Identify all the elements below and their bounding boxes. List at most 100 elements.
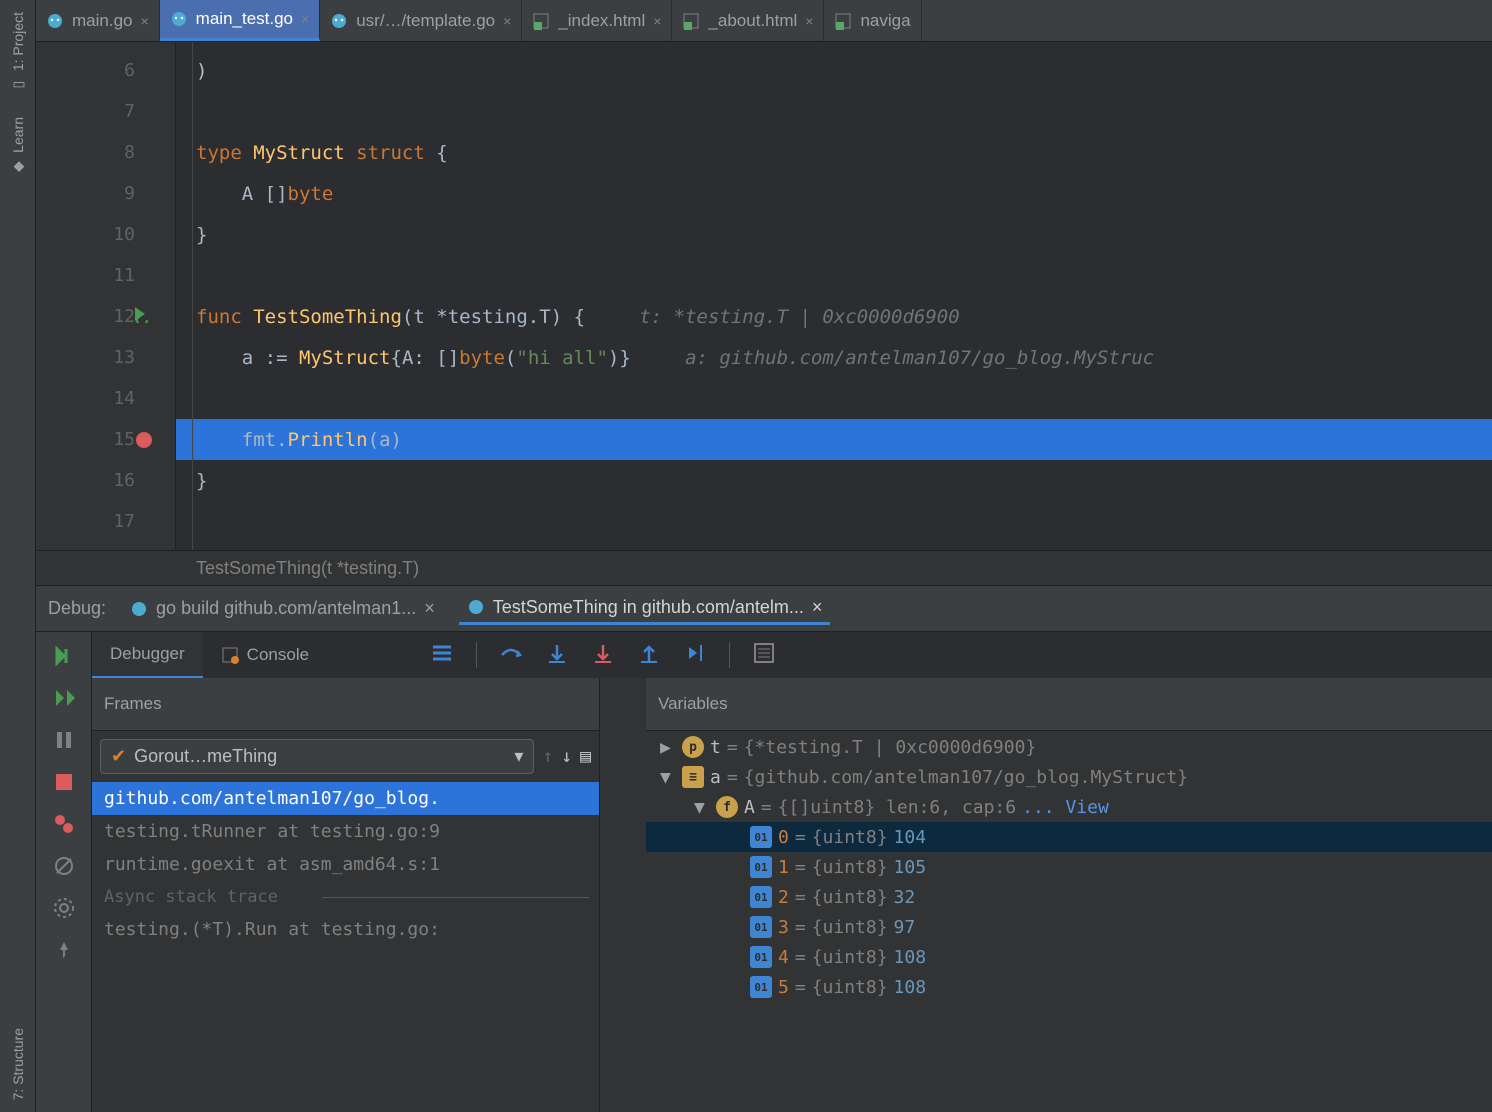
debug-config-2[interactable]: TestSomeThing in github.com/antelm... × — [459, 593, 831, 625]
debugger-tab[interactable]: Debugger — [92, 632, 203, 678]
tab-label: main_test.go — [196, 9, 293, 29]
project-tool-tab[interactable]: ▭ 1: Project — [6, 0, 30, 105]
code-line[interactable]: A []byte — [176, 173, 1492, 214]
gutter[interactable]: 67 8 910111213 14 151617 — [36, 42, 176, 550]
pin-button[interactable] — [48, 934, 80, 966]
disclosure-icon[interactable]: ▶ — [660, 737, 676, 758]
close-icon[interactable]: × — [301, 11, 309, 27]
variable-row[interactable]: 01 0 = {uint8} 104 — [646, 822, 1492, 852]
editor-tab[interactable]: main_test.go × — [160, 0, 321, 41]
gutter-row[interactable]: 10 — [36, 214, 175, 255]
goroutine-select[interactable]: ✔ Gorout…meThing ▾ — [100, 739, 534, 774]
run-to-cursor-button[interactable] — [683, 641, 707, 670]
stop-button[interactable] — [48, 766, 80, 798]
disclosure-icon[interactable]: ▼ — [694, 797, 710, 818]
gutter-row[interactable]: 15 — [36, 419, 175, 460]
variable-row[interactable]: 01 1 = {uint8} 105 — [646, 852, 1492, 882]
close-icon[interactable]: × — [812, 597, 823, 618]
close-icon[interactable]: × — [805, 13, 813, 29]
settings-button[interactable] — [48, 892, 80, 924]
rerun-button[interactable] — [48, 640, 80, 672]
threads-icon[interactable] — [430, 641, 454, 670]
indent-guide — [192, 42, 193, 550]
type-badge: f — [716, 796, 738, 818]
disclosure-icon[interactable]: ▼ — [660, 767, 676, 788]
code-line[interactable] — [176, 255, 1492, 296]
close-icon[interactable]: × — [653, 13, 661, 29]
mute-breakpoints-button[interactable] — [48, 850, 80, 882]
code-line[interactable]: a := MyStruct{A: []byte("hi all")} a: gi… — [176, 337, 1492, 378]
type-badge: ≡ — [682, 766, 704, 788]
code-line[interactable]: type MyStruct struct { — [176, 132, 1492, 173]
frames-toolbar: ✔ Gorout…meThing ▾ ↑ ↓ ▤ — [92, 731, 599, 782]
console-tab[interactable]: Console — [203, 632, 327, 678]
code-line[interactable]: } — [176, 460, 1492, 501]
variable-name: t — [710, 737, 721, 758]
structure-tool-tab[interactable]: 7: Structure — [6, 1016, 30, 1112]
gutter-row[interactable]: 16 — [36, 460, 175, 501]
pause-button[interactable] — [48, 724, 80, 756]
editor-tab[interactable]: main.go× — [36, 0, 160, 41]
editor-tab[interactable]: _index.html× — [522, 0, 672, 41]
variable-row[interactable]: 01 2 = {uint8} 32 — [646, 882, 1492, 912]
close-icon[interactable]: × — [503, 13, 511, 29]
gutter-row[interactable]: 8 — [36, 132, 175, 173]
gutter-row[interactable]: 14 — [36, 378, 175, 419]
evaluate-button[interactable] — [752, 641, 776, 670]
gutter-row[interactable]: 7 — [36, 91, 175, 132]
prev-frame-button[interactable]: ↑ — [542, 746, 553, 767]
gutter-row[interactable]: 6 — [36, 50, 175, 91]
code-line[interactable]: } — [176, 214, 1492, 255]
learn-tab-label: Learn — [10, 117, 26, 153]
variable-row[interactable]: ▶p t = {*testing.T | 0xc0000d6900} — [646, 732, 1492, 762]
debug-config-1-label: go build github.com/antelman1... — [156, 598, 416, 619]
code-line[interactable]: ) — [176, 50, 1492, 91]
variable-row[interactable]: ▼f A = {[]uint8} len:6, cap:6... View — [646, 792, 1492, 822]
frame-row[interactable]: runtime.goexit at asm_amd64.s:1 — [92, 848, 599, 881]
step-into-button[interactable] — [545, 641, 569, 670]
gutter-row[interactable]: 13 — [36, 337, 175, 378]
gutter-row[interactable]: 17 — [36, 501, 175, 542]
variable-row[interactable]: ▼≡ a = {github.com/antelman107/go_blog.M… — [646, 762, 1492, 792]
resume-button[interactable] — [48, 682, 80, 714]
line-number: 8 — [107, 142, 135, 163]
run-test-icon[interactable] — [132, 305, 150, 328]
force-step-into-button[interactable] — [591, 641, 615, 670]
check-icon: ✔ — [111, 746, 126, 767]
frame-row[interactable]: testing.tRunner at testing.go:9 — [92, 815, 599, 848]
gutter-row[interactable]: 9 — [36, 173, 175, 214]
code-line[interactable]: func TestSomeThing(t *testing.T) { t: *t… — [176, 296, 1492, 337]
variable-row[interactable]: 01 3 = {uint8} 97 — [646, 912, 1492, 942]
code-line[interactable] — [176, 378, 1492, 419]
learn-tool-tab[interactable]: ◆ Learn — [6, 105, 30, 187]
editor-tab[interactable]: _about.html× — [672, 0, 824, 41]
variable-row[interactable]: 01 5 = {uint8} 108 — [646, 972, 1492, 1002]
debug-config-1[interactable]: go build github.com/antelman1... × — [122, 594, 443, 623]
line-number: 14 — [107, 388, 135, 409]
frame-row[interactable]: testing.(*T).Run at testing.go: — [92, 913, 599, 946]
editor-tab[interactable]: usr/…/template.go× — [320, 0, 522, 41]
gutter-row[interactable]: 12 — [36, 296, 175, 337]
filter-button[interactable]: ▤ — [580, 746, 591, 767]
close-icon[interactable]: × — [140, 13, 148, 29]
view-breakpoints-button[interactable] — [48, 808, 80, 840]
breadcrumb[interactable]: TestSomeThing(t *testing.T) — [36, 550, 1492, 586]
step-out-button[interactable] — [637, 641, 661, 670]
editor-tab[interactable]: naviga — [824, 0, 921, 41]
view-link[interactable]: ... View — [1022, 797, 1109, 818]
code-area[interactable]: ) type MyStruct struct { A []byte} func Te… — [176, 42, 1492, 550]
editor[interactable]: 67 8 910111213 14 151617 ) type MyStruct stru… — [36, 42, 1492, 550]
next-frame-button[interactable]: ↓ — [561, 746, 572, 767]
code-line[interactable] — [176, 501, 1492, 542]
step-over-button[interactable] — [499, 641, 523, 670]
breakpoint-icon[interactable] — [136, 432, 152, 448]
variables-panel: Variables ▶p t = {*testing.T | 0xc0000d6… — [600, 678, 1492, 1112]
variable-row[interactable]: 01 4 = {uint8} 108 — [646, 942, 1492, 972]
close-icon[interactable]: × — [424, 598, 435, 619]
gutter-row[interactable]: 11 — [36, 255, 175, 296]
code-line[interactable]: fmt.Println(a) — [176, 419, 1492, 460]
html-file-icon — [834, 12, 852, 30]
variable-value: {uint8} — [812, 887, 888, 908]
code-line[interactable] — [176, 91, 1492, 132]
frame-row[interactable]: github.com/antelman107/go_blog. — [92, 782, 599, 815]
